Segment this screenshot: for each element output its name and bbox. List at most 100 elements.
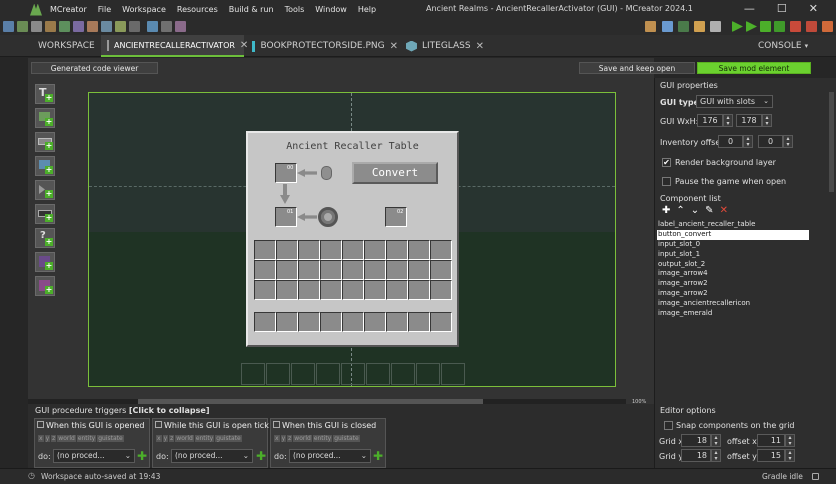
tab-ancientrecalleractivator[interactable]: ANCIENTRECALLERACTIVATOR ✕ (101, 35, 248, 57)
output-slot-2[interactable]: 02 (385, 207, 407, 227)
gui-width-spinner[interactable]: ▴ ▾ (723, 114, 733, 127)
menu-file[interactable]: File (98, 5, 111, 14)
export-icon[interactable] (678, 21, 689, 32)
add-button-icon[interactable]: + (35, 132, 55, 152)
grid-x-spinner[interactable]: ▴ ▾ (711, 434, 721, 447)
inventory-offset-y-field[interactable]: 0 (758, 135, 783, 148)
close-tab-icon[interactable]: ✕ (476, 41, 484, 52)
maximize-button[interactable]: ☐ (777, 2, 787, 15)
inventory-offset-x-field[interactable]: 0 (718, 135, 743, 148)
snap-grid-checkbox[interactable] (664, 421, 673, 430)
animation-icon[interactable] (101, 21, 112, 32)
gui-height-spinner[interactable]: ▴ ▾ (762, 114, 772, 127)
render-background-checkbox[interactable]: ✔ (662, 158, 671, 167)
plugins-icon[interactable] (147, 21, 158, 32)
offset-x-spinner[interactable]: ▴ ▾ (743, 135, 753, 148)
variables-icon[interactable] (115, 21, 126, 32)
grid-y-field[interactable]: 18 (681, 449, 711, 462)
add-image-button-icon[interactable]: + (35, 156, 55, 176)
workspace-icon[interactable] (3, 21, 14, 32)
input-slot-0[interactable]: 00 (275, 163, 297, 183)
menu-help[interactable]: Help (358, 5, 376, 14)
menu-resources[interactable]: Resources (177, 5, 218, 14)
editor-offset-y-spinner[interactable]: ▴ ▾ (785, 449, 795, 462)
gui-width-field[interactable]: 176 (697, 114, 723, 127)
arrow-left-icon[interactable] (297, 169, 317, 177)
offset-y-field[interactable]: 15 (757, 449, 785, 462)
export-jar-icon[interactable] (822, 21, 833, 32)
edit-icon[interactable] (662, 21, 673, 32)
move-up-icon[interactable]: ⌃ (676, 206, 684, 216)
edit-component-icon[interactable]: ✎ (705, 206, 713, 216)
procedure-select[interactable]: (no proced... ⌄ (171, 449, 253, 463)
save-and-keep-open-button[interactable]: Save and keep open (579, 62, 695, 74)
offset-x-field[interactable]: 11 (757, 434, 785, 447)
menu-window[interactable]: Window (315, 5, 347, 14)
delete-component-icon[interactable]: ✕ (720, 206, 728, 216)
add-entity-model-icon[interactable]: + (35, 252, 55, 272)
gui-type-select[interactable]: GUI with slots ⌄ (696, 95, 773, 108)
add-procedure-icon[interactable]: ✚ (137, 449, 147, 463)
list-item[interactable]: image_emerald (657, 309, 809, 319)
collapse-link[interactable]: [Click to collapse] (129, 406, 210, 415)
offset-y-spinner[interactable]: ▴ ▾ (783, 135, 793, 148)
list-item[interactable]: input_slot_0 (657, 240, 809, 250)
menu-tools[interactable]: Tools (285, 5, 305, 14)
run-client-icon[interactable] (732, 21, 743, 32)
list-item[interactable]: label_ancient_recaller_table (657, 220, 809, 230)
add-procedure-icon[interactable]: ✚ (373, 449, 383, 463)
run-options-icon[interactable] (774, 21, 785, 32)
arrow-down-icon[interactable] (280, 184, 290, 204)
arrow-left-icon[interactable] (297, 213, 317, 221)
tab-bookprotectorside[interactable]: BOOKPROTECTORSIDE.PNG ✕ (246, 35, 398, 57)
add-component-icon[interactable]: ✚ (662, 206, 670, 216)
debug-icon[interactable] (760, 21, 771, 32)
procedure-select[interactable]: (no proced... ⌄ (53, 449, 135, 463)
import-icon[interactable] (31, 21, 42, 32)
texture-icon[interactable] (45, 21, 56, 32)
list-item[interactable]: image_arrow2 (657, 289, 809, 299)
procedure-select[interactable]: (no proced... ⌄ (289, 449, 371, 463)
gradle-icon[interactable] (694, 21, 705, 32)
list-item[interactable]: image_ancientrecallericon (657, 299, 809, 309)
emerald-icon[interactable] (321, 166, 332, 180)
grid-x-field[interactable]: 18 (681, 434, 711, 447)
button-convert[interactable]: Convert (352, 162, 438, 184)
add-checkbox-icon[interactable]: + (35, 276, 55, 296)
stop-server-icon[interactable] (806, 21, 817, 32)
properties-scrollbar[interactable] (829, 92, 834, 192)
menu-build-run[interactable]: Build & run (229, 5, 274, 14)
tab-workspace[interactable]: WORKSPACE (32, 35, 96, 57)
menu-mcreator[interactable]: MCreator (50, 5, 87, 14)
sound-icon[interactable] (73, 21, 84, 32)
move-down-icon[interactable]: ⌄ (691, 206, 699, 216)
tags-icon[interactable] (161, 21, 172, 32)
add-image-icon[interactable]: + (35, 108, 55, 128)
stop-icon[interactable] (790, 21, 801, 32)
close-window-button[interactable]: ✕ (809, 2, 818, 15)
add-text-field-icon[interactable]: + (35, 204, 55, 224)
add-tooltip-icon[interactable]: ? + (35, 228, 55, 248)
list-item[interactable]: image_arrow2 (657, 279, 809, 289)
tab-liteglass[interactable]: LITEGLASS ✕ (400, 35, 484, 57)
list-item-selected[interactable]: button_convert (657, 229, 809, 240)
procedure-triggers-header[interactable]: GUI procedure triggers [Click to collaps… (35, 406, 209, 415)
minimize-button[interactable]: — (744, 2, 755, 15)
gui-height-field[interactable]: 178 (736, 114, 762, 127)
add-label-icon[interactable]: T + (35, 84, 55, 104)
gradle-console-icon[interactable] (812, 473, 819, 480)
workspace-settings-icon[interactable] (645, 21, 656, 32)
menu-workspace[interactable]: Workspace (122, 5, 166, 14)
close-tab-icon[interactable]: ✕ (390, 41, 398, 52)
editor-offset-x-spinner[interactable]: ▴ ▾ (785, 434, 795, 447)
new-element-icon[interactable] (17, 21, 28, 32)
add-procedure-icon[interactable]: ✚ (256, 449, 266, 463)
label-ancient-recaller-table[interactable]: Ancient Recaller Table (248, 141, 457, 152)
localization-icon[interactable] (129, 21, 140, 32)
add-input-field-icon[interactable]: + (35, 180, 55, 200)
run-server-icon[interactable] (746, 21, 757, 32)
save-mod-element-button[interactable]: Save mod element (697, 62, 811, 74)
input-slot-1[interactable]: 01 (275, 207, 297, 227)
ancient-recaller-icon[interactable] (318, 207, 338, 227)
list-item[interactable]: output_slot_2 (657, 260, 809, 270)
